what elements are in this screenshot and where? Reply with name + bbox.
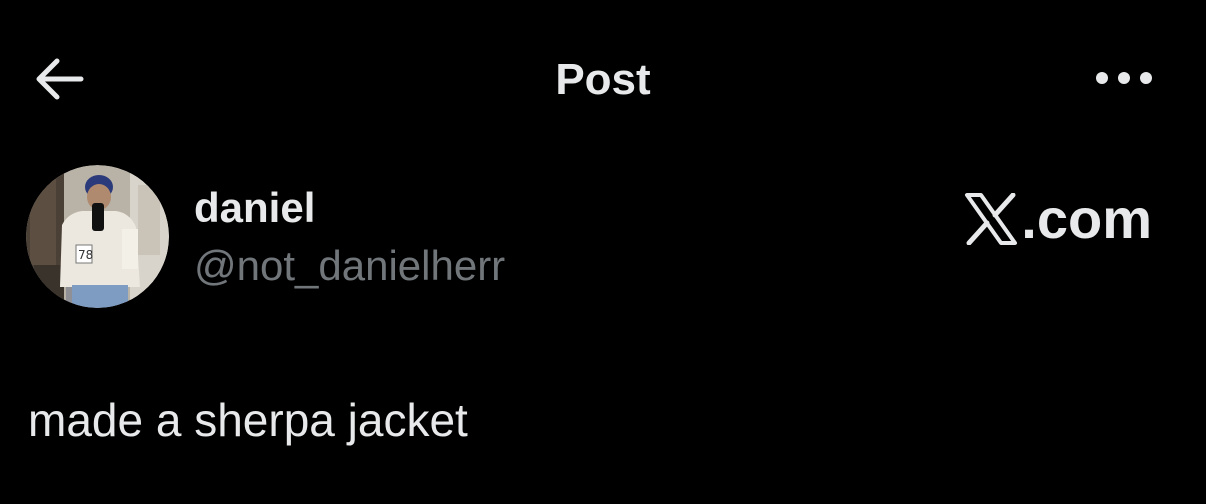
svg-text:78: 78 xyxy=(78,248,93,262)
author-display-name[interactable]: daniel xyxy=(194,185,315,231)
more-options-button[interactable] xyxy=(1084,50,1164,106)
author-handle[interactable]: @not_danielherr xyxy=(194,243,505,289)
post-text: made a sherpa jacket xyxy=(28,394,468,446)
avatar[interactable]: 78 xyxy=(26,165,169,308)
post-author: 78 daniel @not_danielherr .com xyxy=(26,165,1176,310)
x-logo-icon xyxy=(965,193,1018,245)
page-title: Post xyxy=(555,55,651,104)
more-horizontal-icon xyxy=(1096,72,1152,84)
top-bar: Post xyxy=(0,0,1206,160)
brand-watermark: .com xyxy=(963,189,1152,249)
profile-photo: 78 xyxy=(26,165,169,308)
brand-domain-text: .com xyxy=(1021,187,1152,250)
